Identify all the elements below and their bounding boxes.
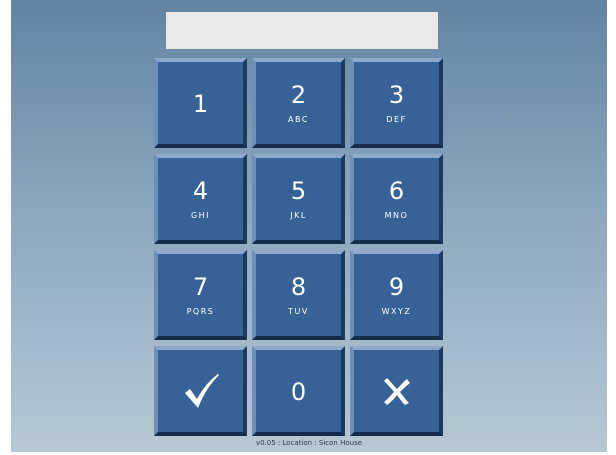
key-9[interactable]: 9 WXYZ <box>350 250 443 340</box>
pin-entry-field[interactable] <box>166 12 438 49</box>
key-letters: WXYZ <box>381 307 412 316</box>
key-letters: JKL <box>290 211 307 220</box>
checkmark-icon <box>184 374 219 408</box>
key-digit: 8 <box>290 273 307 301</box>
cancel-button[interactable] <box>350 346 443 436</box>
key-digit: 9 <box>388 273 405 301</box>
key-letters: DEF <box>386 115 407 124</box>
key-digit: 6 <box>388 177 405 205</box>
key-digit: 1 <box>192 90 209 118</box>
key-digit: 4 <box>192 177 209 205</box>
key-letters: PQRS <box>186 307 215 316</box>
x-icon <box>383 378 410 405</box>
key-digit: 7 <box>192 273 209 301</box>
key-6[interactable]: 6 MNO <box>350 154 443 244</box>
key-letters: ABC <box>288 115 309 124</box>
key-4[interactable]: 4 GHI <box>154 154 247 244</box>
key-2[interactable]: 2 ABC <box>252 58 345 148</box>
key-1[interactable]: 1 <box>154 58 247 148</box>
key-5[interactable]: 5 JKL <box>252 154 345 244</box>
version-location-label: v0.05 : Location : Sicon House <box>255 439 363 447</box>
key-digit: 5 <box>290 177 307 205</box>
keypad-screen: 1 2 ABC 3 DEF 4 GHI 5 JKL 6 MNO 7 PQRS 8… <box>11 0 607 452</box>
key-digit: 2 <box>290 81 307 109</box>
key-letters: MNO <box>384 211 409 220</box>
key-8[interactable]: 8 TUV <box>252 250 345 340</box>
key-letters: GHI <box>190 211 211 220</box>
key-letters: TUV <box>288 307 309 316</box>
key-0[interactable]: 0 <box>252 346 345 436</box>
key-3[interactable]: 3 DEF <box>350 58 443 148</box>
key-digit: 0 <box>290 378 307 406</box>
confirm-button[interactable] <box>154 346 247 436</box>
key-7[interactable]: 7 PQRS <box>154 250 247 340</box>
key-digit: 3 <box>388 81 405 109</box>
